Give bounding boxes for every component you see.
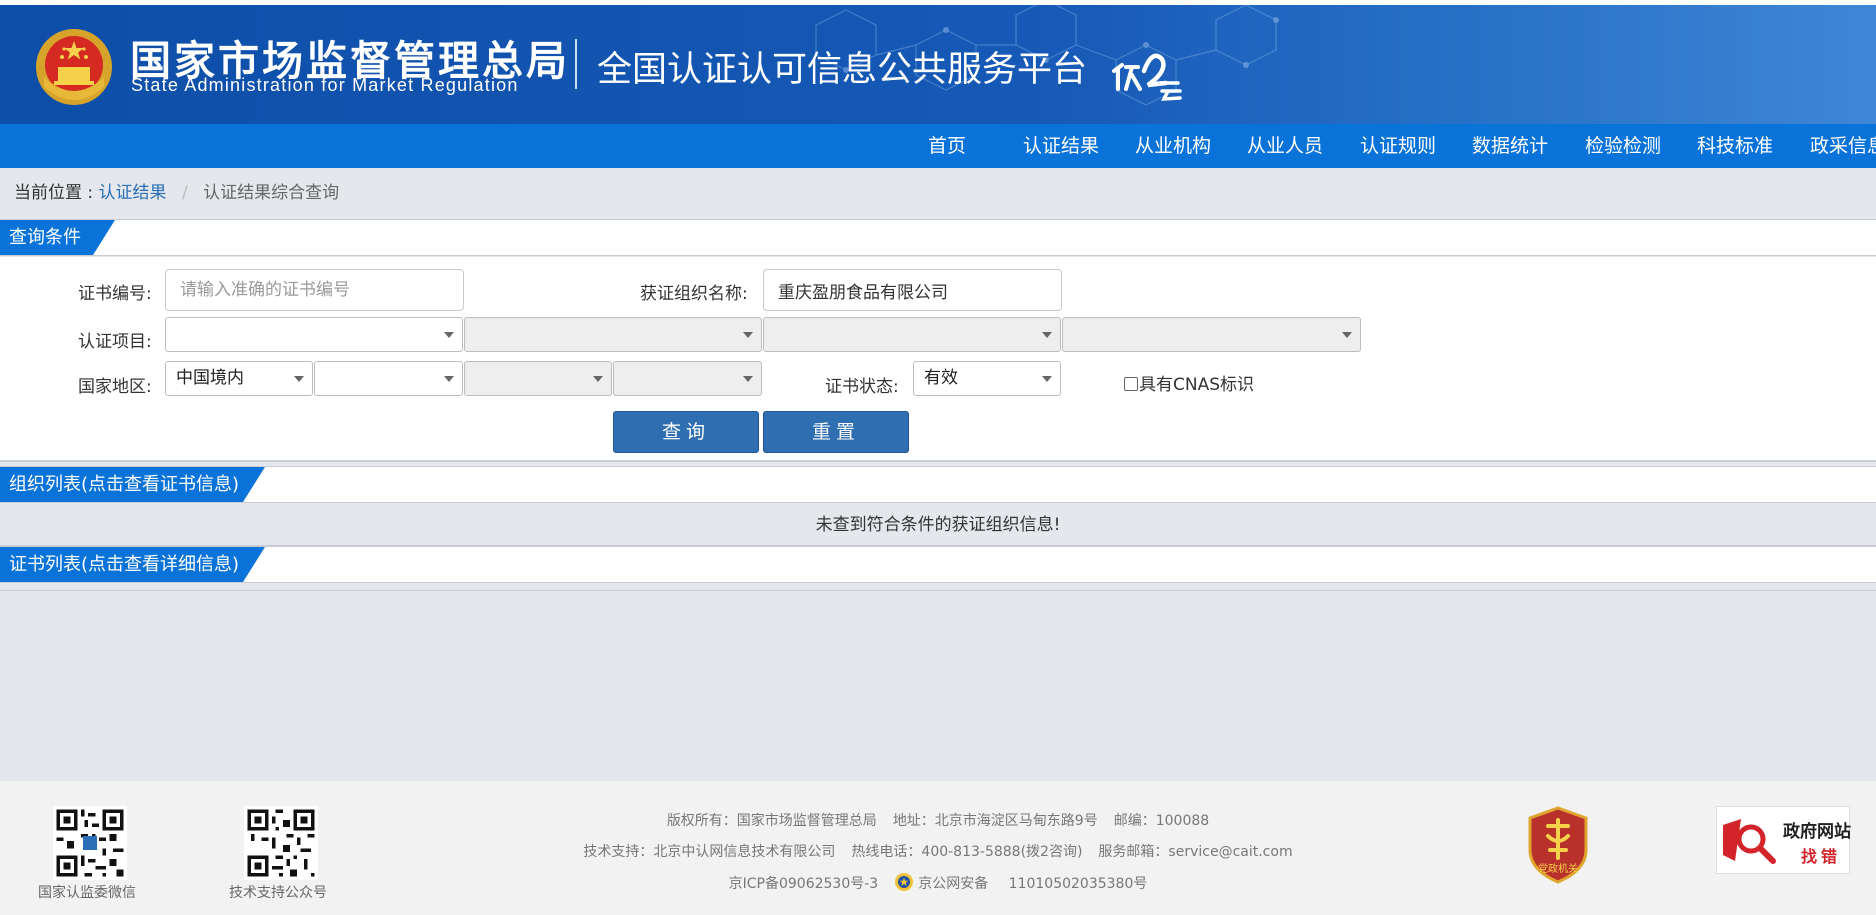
chevron-down-icon	[1342, 332, 1352, 338]
agency-name-en: State Administration for Market Regulati…	[131, 75, 519, 95]
magnifier-icon	[1723, 819, 1776, 864]
nav-procurement[interactable]: 政采信息	[1810, 124, 1876, 168]
chevron-down-icon	[743, 376, 753, 382]
org-name-label: 获证组织名称:	[640, 284, 748, 304]
nav-cert-rules[interactable]: 认证规则	[1360, 124, 1436, 168]
region-select-district	[613, 361, 762, 396]
national-emblem-icon	[36, 29, 112, 105]
project-select-2	[464, 317, 762, 352]
gov-badge-title: 政府网站	[1783, 822, 1851, 842]
footer-address: 地址：北京市海淀区马甸东路9号	[892, 813, 1098, 829]
nav-institutions[interactable]: 从业机构	[1135, 124, 1211, 168]
chevron-down-icon	[1042, 332, 1052, 338]
breadcrumb-current: 认证结果综合查询	[203, 183, 340, 203]
project-select-3	[763, 317, 1061, 352]
footer-tech-support: 技术支持：北京中认网信息技术有限公司	[583, 844, 836, 860]
project-select-1[interactable]	[165, 317, 463, 352]
org-list-empty-message: 未查到符合条件的获证组织信息!	[0, 504, 1876, 546]
region-select-value: 中国境内	[176, 368, 244, 388]
breadcrumb: 当前位置 : 认证结果 / 认证结果综合查询	[14, 178, 339, 203]
nav-practitioners[interactable]: 从业人员	[1247, 124, 1323, 168]
renke-cloud-logo-icon	[1112, 53, 1182, 101]
nav-home[interactable]: 首页	[928, 124, 966, 168]
cert-list-divider	[0, 590, 1876, 591]
footer-police-no: 11010502035380号	[1008, 876, 1148, 892]
footer-line-3: 京ICP备09062530号-3 京公网安备 11010502035380号	[0, 872, 1876, 893]
gov-site-error-badge[interactable]: 政府网站 找错	[1716, 806, 1851, 874]
region-label: 国家地区:	[78, 377, 152, 397]
header-divider	[575, 39, 577, 89]
breadcrumb-label: 当前位置 :	[14, 183, 94, 203]
status-label: 证书状态:	[825, 377, 899, 397]
nav-cert-results[interactable]: 认证结果	[1023, 124, 1099, 168]
nav-standards[interactable]: 科技标准	[1697, 124, 1773, 168]
org-list-section-title: 组织列表(点击查看证书信息)	[0, 467, 265, 502]
nav-inspection[interactable]: 检验检测	[1585, 124, 1661, 168]
status-select[interactable]: 有效	[913, 361, 1061, 396]
project-select-4	[1062, 317, 1361, 352]
search-button[interactable]: 查询	[613, 411, 759, 453]
site-header: 国家市场监督管理总局 State Administration for Mark…	[0, 5, 1876, 124]
footer-copyright: 版权所有：国家市场监督管理总局	[666, 813, 877, 829]
breadcrumb-link-cert-results[interactable]: 认证结果	[99, 183, 167, 203]
footer-line-2: 技术支持：北京中认网信息技术有限公司 热线电话：400-813-5888(拨2咨询…	[0, 841, 1876, 861]
footer-email: 服务邮箱：service@cait.com	[1098, 844, 1293, 860]
gov-badge-sub: 找错	[1801, 847, 1842, 866]
status-select-value: 有效	[924, 368, 958, 388]
cnas-checkbox-label: 具有CNAS标识	[1139, 375, 1255, 395]
cert-list-section-title: 证书列表(点击查看详细信息)	[0, 547, 265, 582]
footer-hotline: 热线电话：400-813-5888(拨2咨询)	[851, 844, 1083, 860]
reset-button[interactable]: 重置	[763, 411, 909, 453]
chevron-down-icon	[1042, 376, 1052, 382]
party-badge-text: 党政机关	[1538, 862, 1578, 875]
cert-list-section-header: 证书列表(点击查看详细信息)	[0, 546, 1876, 583]
platform-title: 全国认证认可信息公共服务平台	[597, 50, 1088, 90]
chevron-down-icon	[444, 376, 454, 382]
footer-icp[interactable]: 京ICP备09062530号-3	[729, 876, 879, 892]
chevron-down-icon	[743, 332, 753, 338]
footer-line-1: 版权所有：国家市场监督管理总局 地址：北京市海淀区马甸东路9号 邮编：100088	[0, 810, 1876, 830]
footer-police[interactable]: 京公网安备 11010502035380号	[894, 873, 1148, 892]
nav-statistics[interactable]: 数据统计	[1472, 124, 1548, 168]
region-select-country[interactable]: 中国境内	[165, 361, 313, 396]
org-name-input[interactable]	[763, 269, 1062, 311]
chevron-down-icon	[294, 376, 304, 382]
cnas-checkbox[interactable]	[1124, 377, 1138, 391]
footer-police-label: 京公网安备	[918, 876, 989, 892]
region-select-province[interactable]	[314, 361, 463, 396]
chevron-down-icon	[444, 332, 454, 338]
cert-no-label: 证书编号:	[78, 284, 152, 304]
cnas-checkbox-wrap: 具有CNAS标识	[1124, 370, 1254, 395]
query-section-header: 查询条件	[0, 219, 1876, 256]
cert-no-input[interactable]	[165, 269, 464, 311]
project-label: 认证项目:	[78, 332, 152, 352]
region-select-city	[464, 361, 612, 396]
main-nav: 首页 认证结果 从业机构 从业人员 认证规则 数据统计 检验检测 科技标准 政采…	[0, 124, 1876, 168]
chevron-down-icon	[593, 376, 603, 382]
footer-postcode: 邮编：100088	[1113, 813, 1210, 829]
police-badge-icon	[895, 873, 914, 891]
breadcrumb-separator: /	[181, 183, 188, 203]
party-gov-badge-icon[interactable]: 党政机关	[1526, 806, 1590, 884]
org-list-section-header: 组织列表(点击查看证书信息)	[0, 466, 1876, 503]
query-section-title: 查询条件	[0, 220, 115, 255]
